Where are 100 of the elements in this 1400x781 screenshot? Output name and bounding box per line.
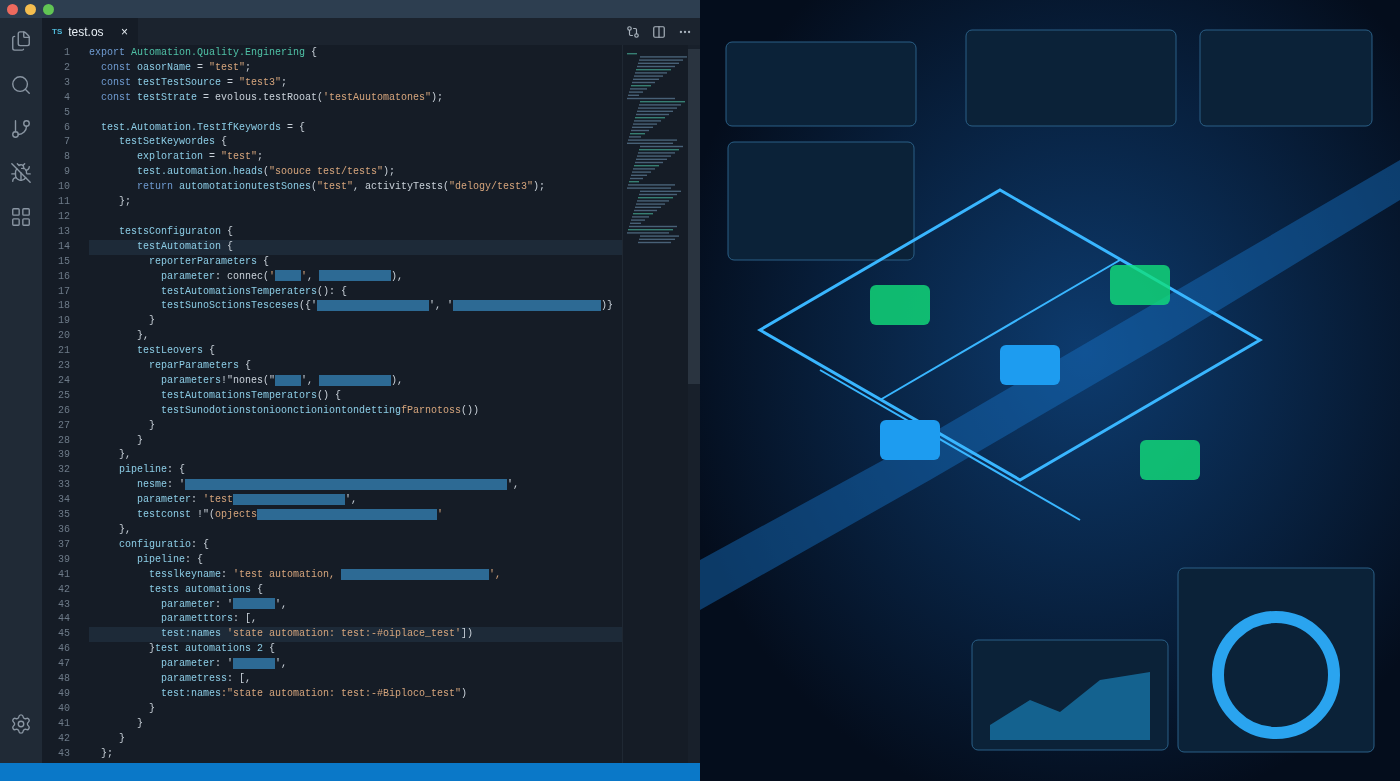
code-line: return automotationutestSones("test", activityTests("delogy/test3"); [136,180,547,195]
code-line: test:names:"state automation: test:-#Biploco_test") [160,686,469,701]
code-line: }; [118,195,132,210]
line-number: 4 [63,90,70,105]
code-line: testLeovers { [136,344,217,359]
line-number: 5 [63,105,70,120]
line-number: 21 [57,344,70,359]
code-line: }test automations 2 { [148,642,277,657]
code-line: parameter: ' ', [160,657,289,672]
line-number: 36 [57,523,70,537]
crossed-bug-icon[interactable] [10,162,32,184]
line-number: 14 [57,239,70,254]
line-number: 25 [57,388,70,403]
line-number: 7 [63,135,70,150]
editor-tab[interactable]: TS test.os × [42,18,138,45]
code-line: } [148,314,156,329]
line-number: 44 [57,612,70,627]
code-line: }, [118,523,132,537]
line-number: 33 [57,478,70,493]
line-number: 40 [57,701,70,716]
line-number: 23 [57,359,70,374]
settings-icon[interactable] [10,713,32,735]
line-number: 8 [63,150,70,165]
line-number: 32 [57,463,70,478]
line-number: 35 [57,508,70,523]
line-number: 24 [57,373,70,388]
line-number: 17 [57,284,70,299]
line-number: 27 [57,418,70,433]
line-number: 2 [63,60,70,75]
code-line: export Automation.Quality.Enginering { [89,46,319,60]
close-button[interactable] [7,3,18,15]
code-line: parameter: 'test ', [136,493,359,508]
line-number: 12 [57,209,70,224]
line-number: 28 [57,433,70,448]
code-line: parameters!"nones(" ', ), [160,373,405,388]
maximize-button[interactable] [43,3,54,15]
search-icon[interactable] [10,74,32,96]
line-number: 15 [57,254,70,269]
code-line: reparParameters { [148,359,253,374]
code-line: reporterParameters { [148,254,271,269]
code-line: }, [136,329,150,344]
code-line: parametress: [, [160,672,253,687]
line-number: 39 [57,552,70,567]
tab-label: test.os [68,23,104,41]
code-line: testconst !"(opjects ' [136,508,445,523]
code-line: pipeline: { [118,463,187,478]
code-line: } [136,433,144,448]
code-line: }, [118,448,132,463]
line-number: 10 [57,180,70,195]
line-number: 41 [57,567,70,582]
file-type-label: TS [52,25,63,38]
compare-icon[interactable] [626,24,640,39]
code-line: } [148,418,156,433]
code-line: testSetKeywordes { [118,135,229,150]
extensions-icon[interactable] [10,206,32,228]
line-number: 47 [57,657,70,672]
line-number: 26 [57,403,70,418]
files-icon[interactable] [10,30,32,52]
code-line: } [136,716,144,731]
line-number: 46 [57,642,70,657]
code-line: parameter: connec(' ', ), [160,269,405,284]
line-number: 48 [57,672,70,687]
code-line: const testStrate = evolous.testRooat('testAuutomatones"); [100,90,445,105]
code-line: test.Automation.TestIfKeywords = { [100,120,307,135]
line-number: 13 [57,224,70,239]
line-number: 43 [57,746,70,761]
code-line: }; [100,746,114,761]
code-line: testAutomationsTemperaters(): { [160,284,349,299]
line-number: 49 [57,686,70,701]
line-number: 1 [63,46,70,60]
line-number: 39 [57,448,70,463]
code-line: testSunoSctionsTesceses({' ', ' )} [160,299,615,314]
code-line: configuratio: { [118,537,211,552]
line-number: 42 [57,582,70,597]
line-number: 43 [57,597,70,612]
code-line: testsConfiguraton { [118,224,235,239]
line-number: 3 [63,75,70,90]
line-number: 9 [63,165,70,180]
scrollbar-thumb[interactable] [688,49,700,384]
code-line: exploration = "test"; [136,150,265,165]
line-number: 18 [57,299,70,314]
code-line: parameter: ' ', [160,597,289,612]
minimize-button[interactable] [25,3,36,15]
code-line: testAutomationsTemperators() { [160,388,343,403]
code-line: const testTestSource = "test3"; [100,75,289,90]
line-number: 11 [57,195,70,210]
code-line: parametttors: [, [160,612,259,627]
line-number: 41 [57,716,70,731]
line-number: 19 [57,314,70,329]
line-number: 37 [57,537,70,552]
split-editor-icon[interactable] [652,24,666,39]
code-line: } [148,701,156,716]
code-line: } [118,731,126,746]
code-line: pipeline: { [136,552,205,567]
line-number: 42 [57,731,70,746]
branch-icon[interactable] [10,118,32,140]
code-line: test.automation.heads("soouce test/tests"); [136,165,397,180]
code-line: tesslkeyname: 'test automation, ', [148,567,503,582]
tab-close-button[interactable]: × [121,22,128,41]
code-line: tests automations { [148,582,265,597]
